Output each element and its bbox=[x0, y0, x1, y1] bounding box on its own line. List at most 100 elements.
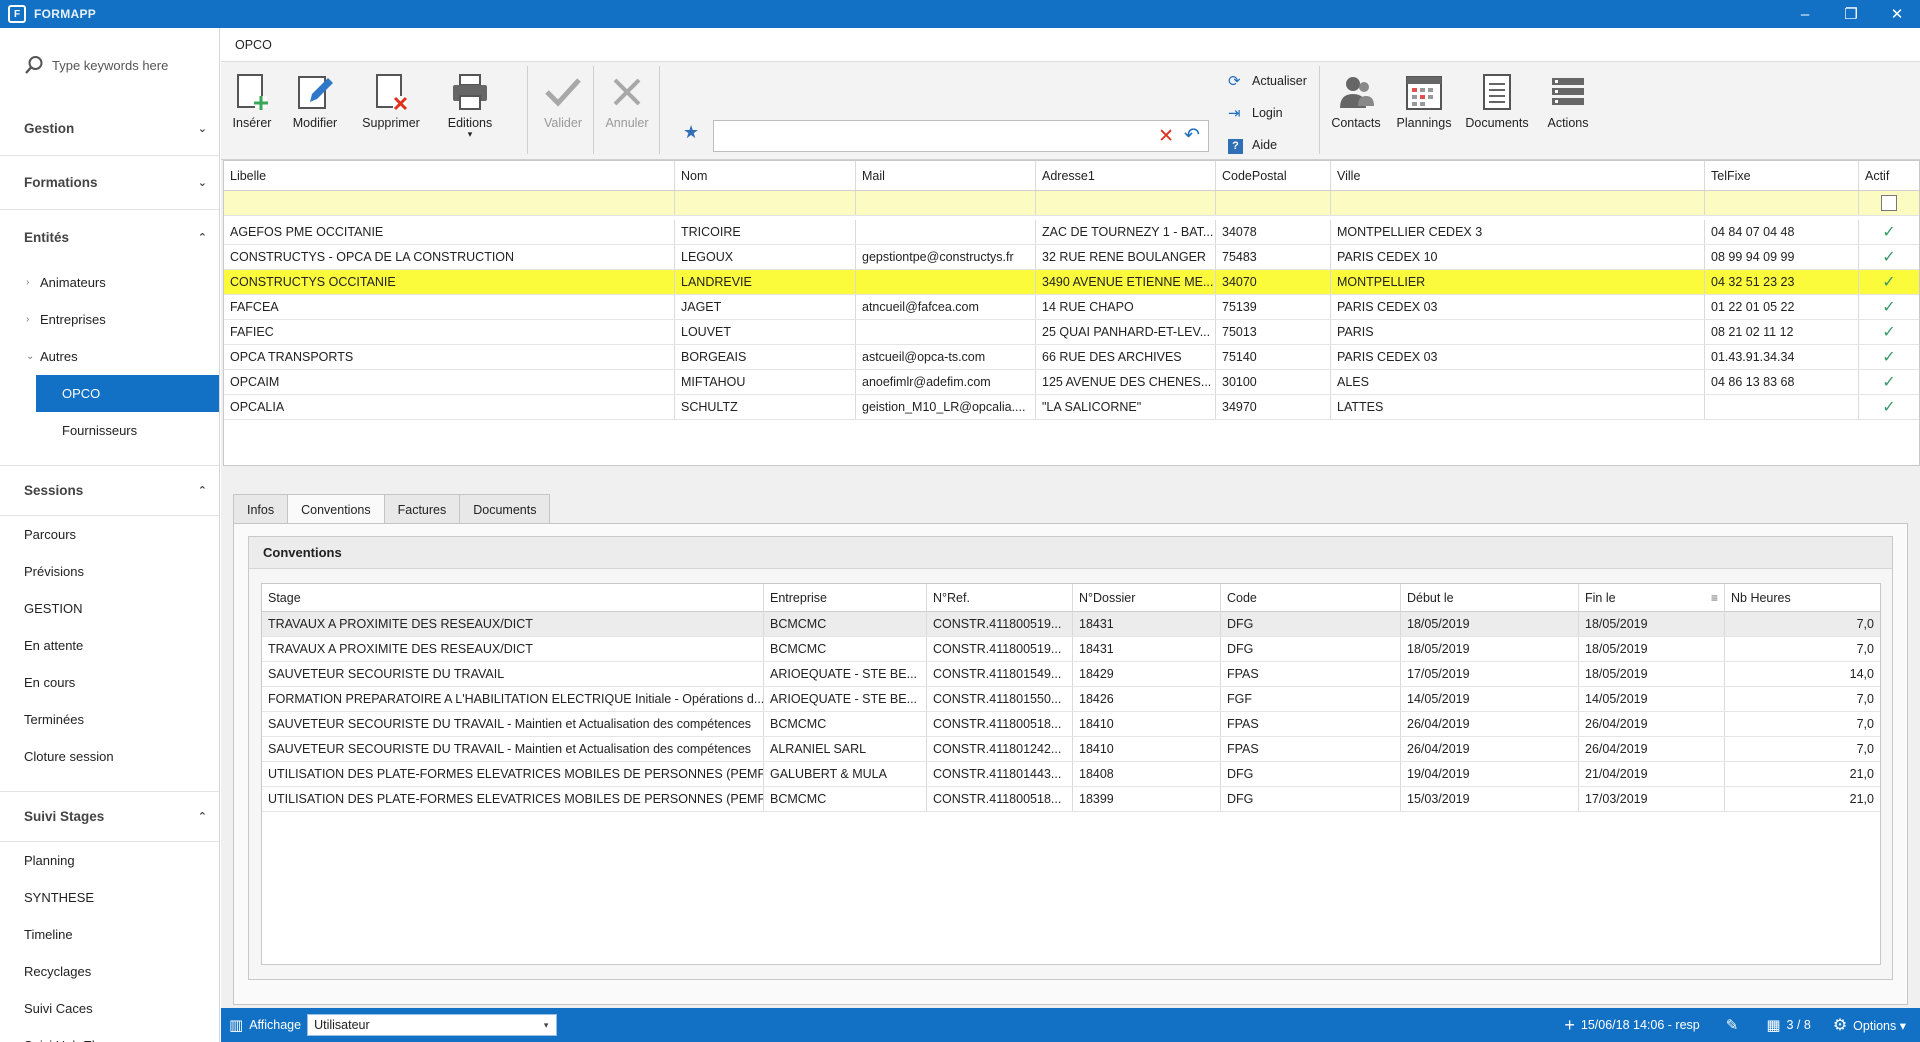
table-row[interactable]: FORMATION PREPARATOIRE A L'HABILITATION … bbox=[262, 687, 1880, 712]
col-header-debut[interactable]: Début le bbox=[1401, 584, 1579, 611]
favorite-star-icon[interactable]: ★ bbox=[683, 122, 699, 143]
sidebar-item-gestion[interactable]: GESTION bbox=[0, 590, 219, 627]
filter-cell[interactable] bbox=[1216, 191, 1331, 215]
actif-cell[interactable]: ✓ bbox=[1859, 220, 1919, 244]
sidebar-item-terminees[interactable]: Terminées bbox=[0, 701, 219, 738]
sidebar-item-parcours[interactable]: Parcours bbox=[0, 516, 219, 553]
col-header-mail[interactable]: Mail bbox=[856, 161, 1036, 190]
filter-cell[interactable] bbox=[1036, 191, 1216, 215]
valider-button[interactable]: Valider bbox=[533, 62, 593, 156]
col-header-adresse1[interactable]: Adresse1 bbox=[1036, 161, 1216, 190]
sidebar-item-previsions[interactable]: Prévisions bbox=[0, 553, 219, 590]
col-header-code[interactable]: Code bbox=[1221, 584, 1401, 611]
table-row[interactable]: TRAVAUX A PROXIMITE DES RESEAUX/DICT BCMC… bbox=[262, 612, 1880, 637]
section-entites[interactable]: Entités ⌃ bbox=[0, 210, 219, 264]
table-row[interactable]: SAUVETEUR SECOURISTE DU TRAVAIL ARIOEQUAT… bbox=[262, 662, 1880, 687]
filter-row[interactable] bbox=[224, 191, 1919, 216]
minimize-button[interactable]: – bbox=[1782, 0, 1828, 28]
sidebar-item-en-cours[interactable]: En cours bbox=[0, 664, 219, 701]
sidebar-item-planning[interactable]: Planning bbox=[0, 842, 219, 879]
actif-cell[interactable]: ✓ bbox=[1859, 320, 1919, 344]
tab-infos[interactable]: Infos bbox=[233, 494, 289, 524]
close-button[interactable]: ✕ bbox=[1874, 0, 1920, 28]
modifier-button[interactable]: Modifier bbox=[283, 62, 347, 156]
section-sessions[interactable]: Sessions ⌃ bbox=[0, 466, 219, 516]
actif-filter-checkbox[interactable] bbox=[1881, 195, 1897, 211]
documents-button[interactable]: Documents bbox=[1461, 62, 1533, 156]
section-suivi-stages[interactable]: Suivi Stages ⌃ bbox=[0, 792, 219, 842]
restore-button[interactable]: ❐ bbox=[1828, 0, 1874, 28]
plannings-button[interactable]: Plannings bbox=[1391, 62, 1457, 156]
login-button[interactable]: ⇥ Login bbox=[1228, 100, 1283, 126]
sidebar-item-timeline[interactable]: Timeline bbox=[0, 916, 219, 953]
actif-cell[interactable]: ✓ bbox=[1859, 245, 1919, 269]
sidebar-item-suivi-hab-elec[interactable]: Suivi Hab.Elec. bbox=[0, 1027, 219, 1042]
filter-cell[interactable] bbox=[1331, 191, 1705, 215]
actif-cell[interactable]: ✓ bbox=[1859, 345, 1919, 369]
actualiser-button[interactable]: ⟳ Actualiser bbox=[1228, 68, 1307, 94]
filter-cell[interactable] bbox=[224, 191, 675, 215]
table-row[interactable]: SAUVETEUR SECOURISTE DU TRAVAIL - Mainti… bbox=[262, 737, 1880, 762]
editions-button[interactable]: Editions ▾ bbox=[435, 62, 505, 156]
affichage-select[interactable]: Utilisateur ▾ bbox=[307, 1014, 558, 1036]
table-row[interactable]: CONSTRUCTYS - OPCA DE LA CONSTRUCTION LEG… bbox=[224, 245, 1919, 270]
filter-cell[interactable] bbox=[675, 191, 856, 215]
filter-cell[interactable] bbox=[856, 191, 1036, 215]
table-row[interactable]: UTILISATION DES PLATE-FORMES ELEVATRICES… bbox=[262, 787, 1880, 812]
col-header-ndossier[interactable]: N°Dossier bbox=[1073, 584, 1221, 611]
table-row[interactable]: TRAVAUX A PROXIMITE DES RESEAUX/DICT BCMC… bbox=[262, 637, 1880, 662]
sidebar-item-entreprises[interactable]: › Entreprises bbox=[0, 301, 219, 338]
filter-icon[interactable]: ≡ bbox=[1711, 591, 1718, 605]
section-formations[interactable]: Formations ⌄ bbox=[0, 156, 219, 210]
actions-button[interactable]: Actions bbox=[1537, 62, 1599, 156]
aide-button[interactable]: ? Aide bbox=[1228, 132, 1277, 158]
col-header-nref[interactable]: N°Ref. bbox=[927, 584, 1073, 611]
sidebar-item-en-attente[interactable]: En attente bbox=[0, 627, 219, 664]
sidebar-item-opco[interactable]: OPCO bbox=[36, 375, 219, 412]
columns-view-icon[interactable]: ▥ bbox=[229, 1016, 243, 1034]
table-row[interactable]: CONSTRUCTYS OCCITANIE LANDREVIE 3490 AVENU… bbox=[224, 270, 1919, 295]
sidebar-item-fournisseurs[interactable]: Fournisseurs bbox=[0, 412, 219, 449]
sidebar-item-synthese[interactable]: SYNTHESE bbox=[0, 879, 219, 916]
options-button[interactable]: Options ▾ bbox=[1853, 1018, 1906, 1033]
table-row[interactable]: UTILISATION DES PLATE-FORMES ELEVATRICES… bbox=[262, 762, 1880, 787]
tab-conventions[interactable]: Conventions bbox=[287, 494, 385, 525]
tab-documents[interactable]: Documents bbox=[459, 494, 551, 524]
col-header-stage[interactable]: Stage bbox=[262, 584, 764, 611]
col-header-entreprise[interactable]: Entreprise bbox=[764, 584, 927, 611]
search-input[interactable]: ✕ ↶ bbox=[713, 120, 1209, 152]
col-header-actif[interactable]: Actif bbox=[1859, 161, 1919, 190]
actif-cell[interactable]: ✓ bbox=[1859, 395, 1919, 419]
col-header-fin[interactable]: Fin le ≡ bbox=[1579, 584, 1725, 611]
col-header-telfixe[interactable]: TelFixe bbox=[1705, 161, 1859, 190]
sidebar-item-autres[interactable]: ⌄ Autres bbox=[0, 338, 219, 375]
tab-factures[interactable]: Factures bbox=[383, 494, 461, 524]
annuler-button[interactable]: Annuler bbox=[597, 62, 657, 156]
sidebar-item-cloture-session[interactable]: Cloture session bbox=[0, 738, 219, 775]
table-row[interactable]: SAUVETEUR SECOURISTE DU TRAVAIL - Mainti… bbox=[262, 712, 1880, 737]
col-header-nom[interactable]: Nom bbox=[675, 161, 856, 190]
sidebar-search[interactable]: Type keywords here bbox=[0, 28, 219, 102]
filter-cell[interactable] bbox=[1705, 191, 1859, 215]
actif-cell[interactable]: ✓ bbox=[1859, 295, 1919, 319]
table-row[interactable]: OPCALIA SCHULTZ geistion_M10_LR@opcalia...… bbox=[224, 395, 1919, 420]
col-header-codepostal[interactable]: CodePostal bbox=[1216, 161, 1331, 190]
actif-cell[interactable]: ✓ bbox=[1859, 370, 1919, 394]
filter-actif-cell[interactable] bbox=[1859, 191, 1919, 215]
undo-icon[interactable]: ↶ bbox=[1184, 124, 1200, 147]
col-header-ville[interactable]: Ville bbox=[1331, 161, 1705, 190]
col-header-nb-heures[interactable]: Nb Heures bbox=[1725, 584, 1880, 611]
table-row[interactable]: AGEFOS PME OCCITANIE TRICOIRE ZAC DE TOURN… bbox=[224, 220, 1919, 245]
table-row[interactable]: OPCA TRANSPORTS BORGEAIS astcueil@opca-ts.… bbox=[224, 345, 1919, 370]
sidebar-item-suivi-caces[interactable]: Suivi Caces bbox=[0, 990, 219, 1027]
actif-cell[interactable]: ✓ bbox=[1859, 270, 1919, 294]
col-header-libelle[interactable]: Libelle bbox=[224, 161, 675, 190]
section-gestion[interactable]: Gestion ⌄ bbox=[0, 102, 219, 156]
sidebar-item-recyclages[interactable]: Recyclages bbox=[0, 953, 219, 990]
supprimer-button[interactable]: Supprimer bbox=[351, 62, 431, 156]
sidebar-item-animateurs[interactable]: › Animateurs bbox=[0, 264, 219, 301]
table-row[interactable]: OPCAIM MIFTAHOU anoefimlr@adefim.com 125 AV… bbox=[224, 370, 1919, 395]
contacts-button[interactable]: Contacts bbox=[1325, 62, 1387, 156]
table-row[interactable]: FAFCEA JAGET atncueil@fafcea.com 14 RUE CHA… bbox=[224, 295, 1919, 320]
table-row[interactable]: FAFIEC LOUVET 25 QUAI PANHARD-ET-LEV... 750… bbox=[224, 320, 1919, 345]
